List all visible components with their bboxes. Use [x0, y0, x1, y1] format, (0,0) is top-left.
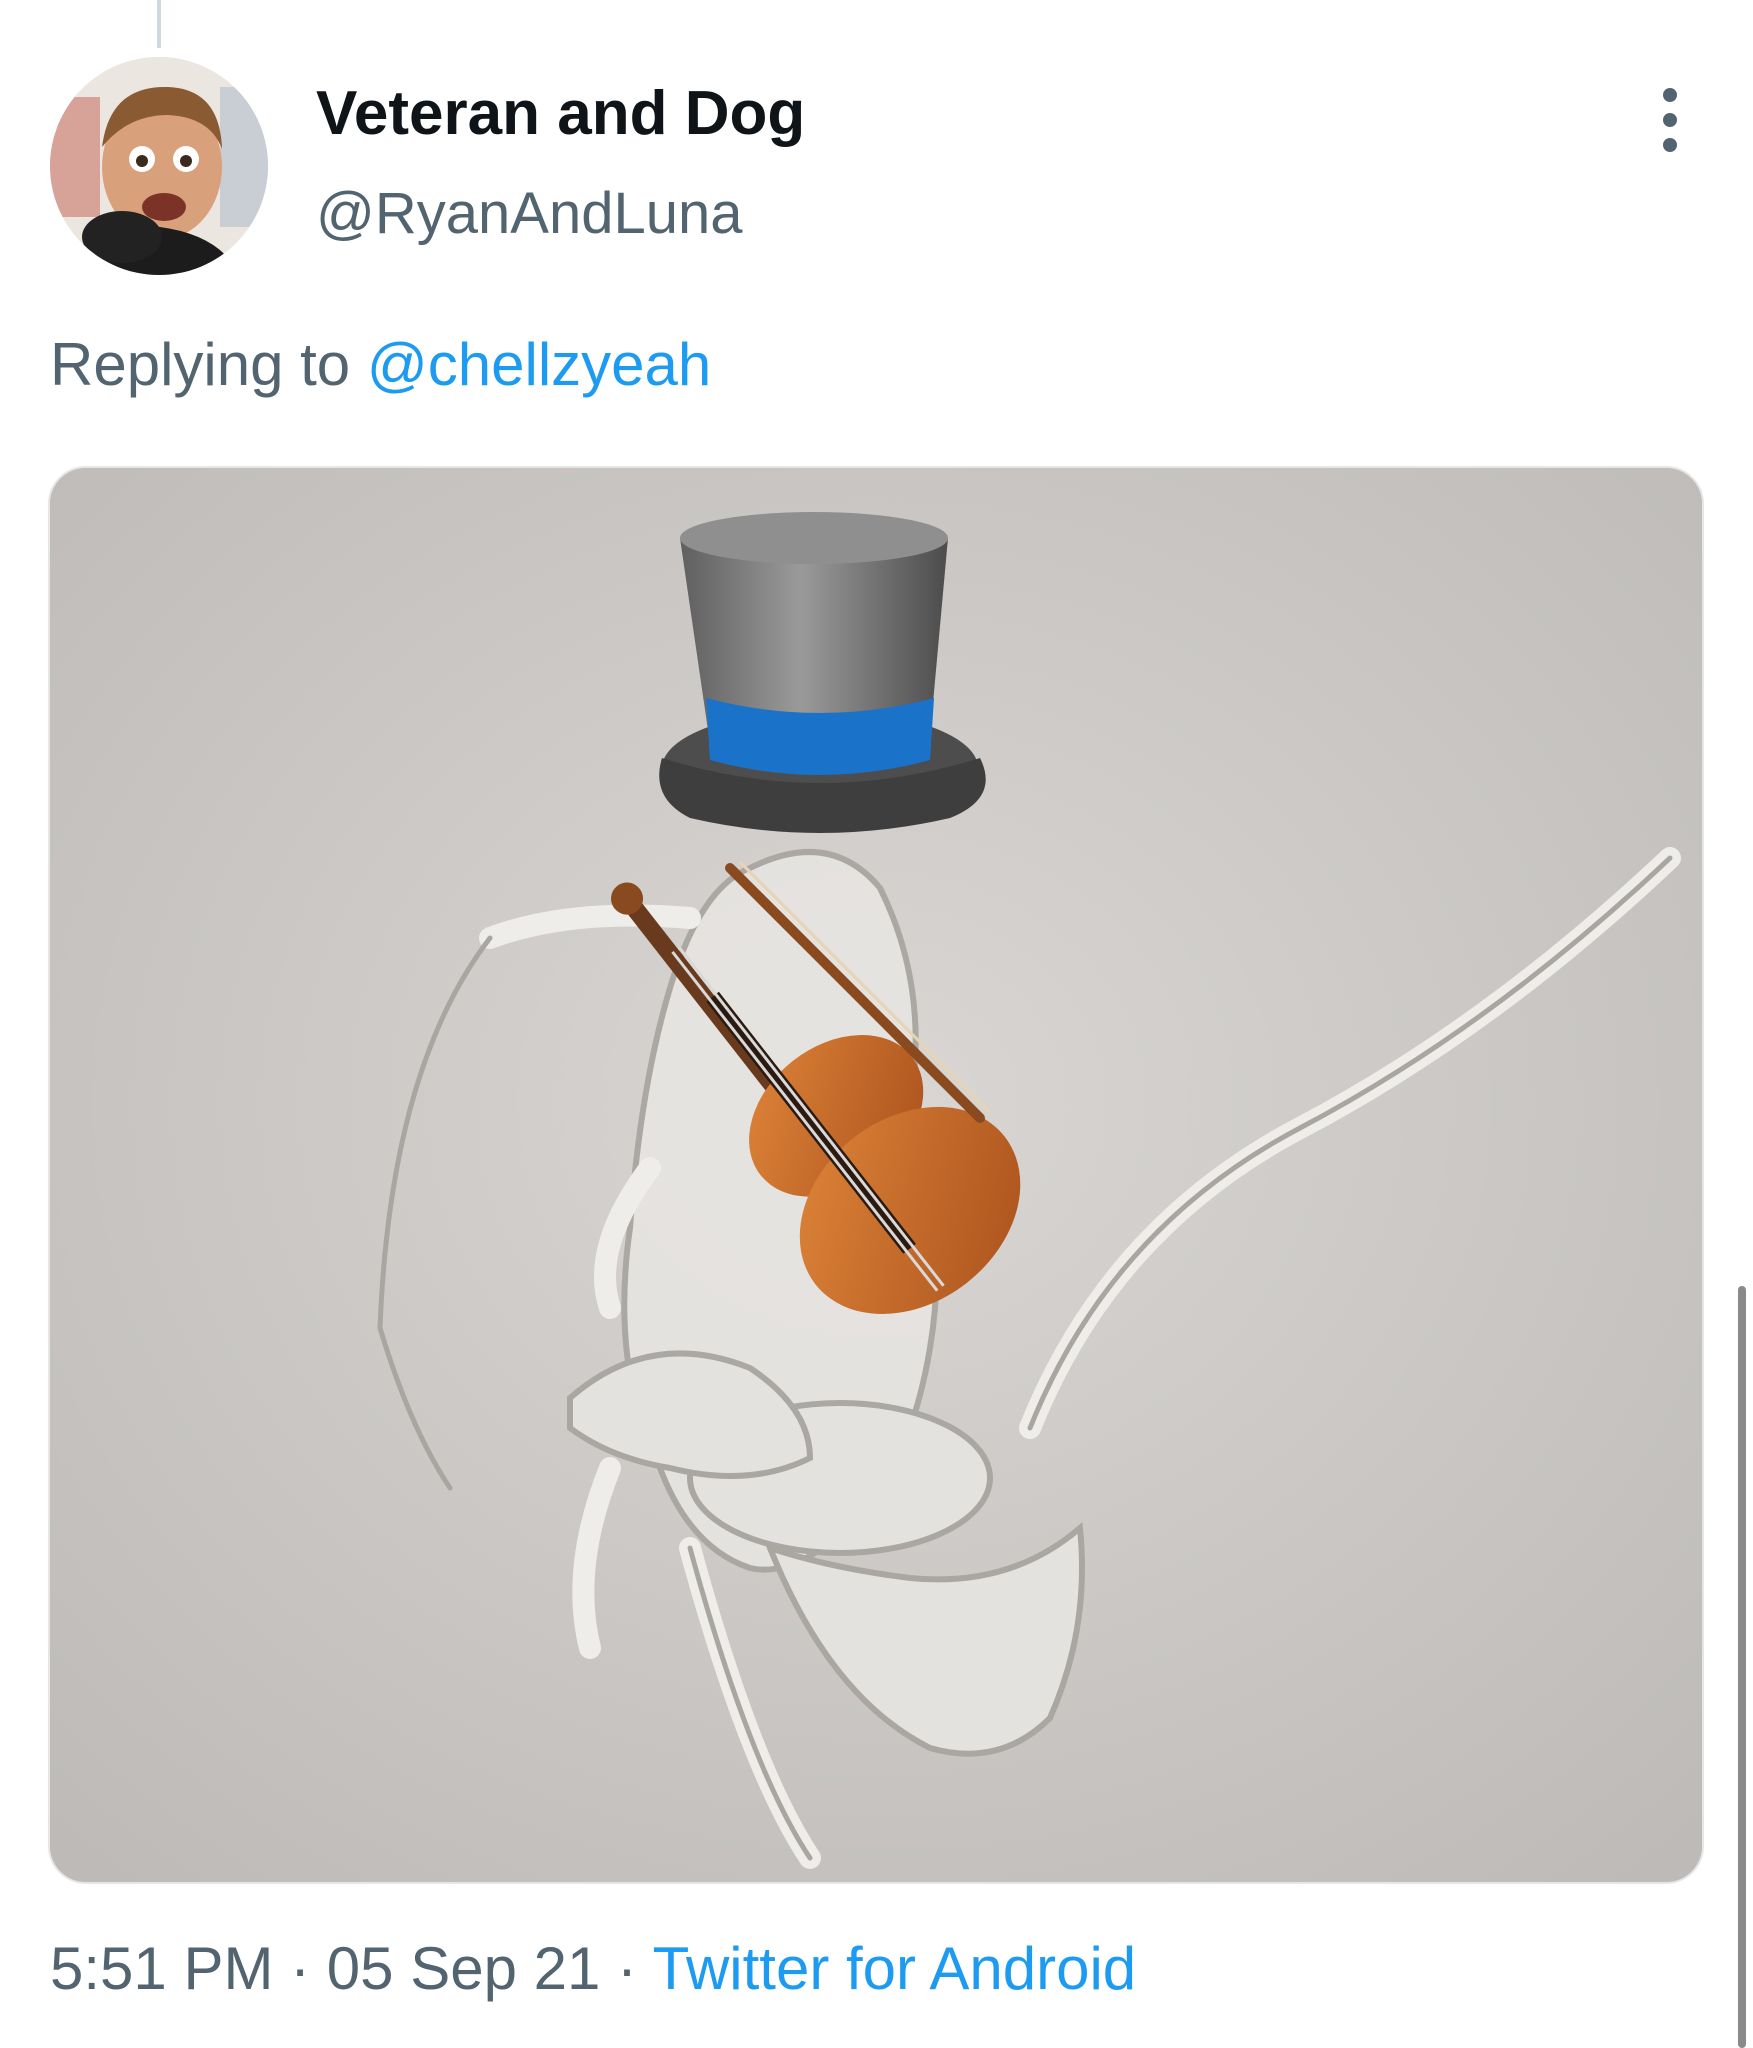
- user-handle[interactable]: @RyanAndLuna: [316, 180, 743, 247]
- thread-connector-line: [157, 0, 161, 48]
- meta-separator: ·: [617, 1935, 638, 2002]
- avatar[interactable]: [50, 57, 268, 275]
- tweet-media-image[interactable]: [48, 466, 1704, 1884]
- replying-to-mention-link[interactable]: @chellzyeah: [367, 331, 711, 398]
- display-name[interactable]: Veteran and Dog: [316, 78, 805, 149]
- tweet-time[interactable]: 5:51 PM: [50, 1935, 273, 2002]
- replying-to-line: Replying to @chellzyeah: [50, 330, 711, 399]
- tweet-meta: 5:51 PM · 05 Sep 21 · Twitter for Androi…: [50, 1934, 1136, 2003]
- tweet-source-link[interactable]: Twitter for Android: [653, 1935, 1137, 2002]
- meta-separator: ·: [290, 1935, 311, 2002]
- scrollbar[interactable]: [1738, 1286, 1746, 2048]
- more-vertical-icon[interactable]: [1648, 88, 1692, 152]
- replying-to-label: Replying to: [50, 331, 351, 398]
- tweet-date[interactable]: 05 Sep 21: [327, 1935, 601, 2002]
